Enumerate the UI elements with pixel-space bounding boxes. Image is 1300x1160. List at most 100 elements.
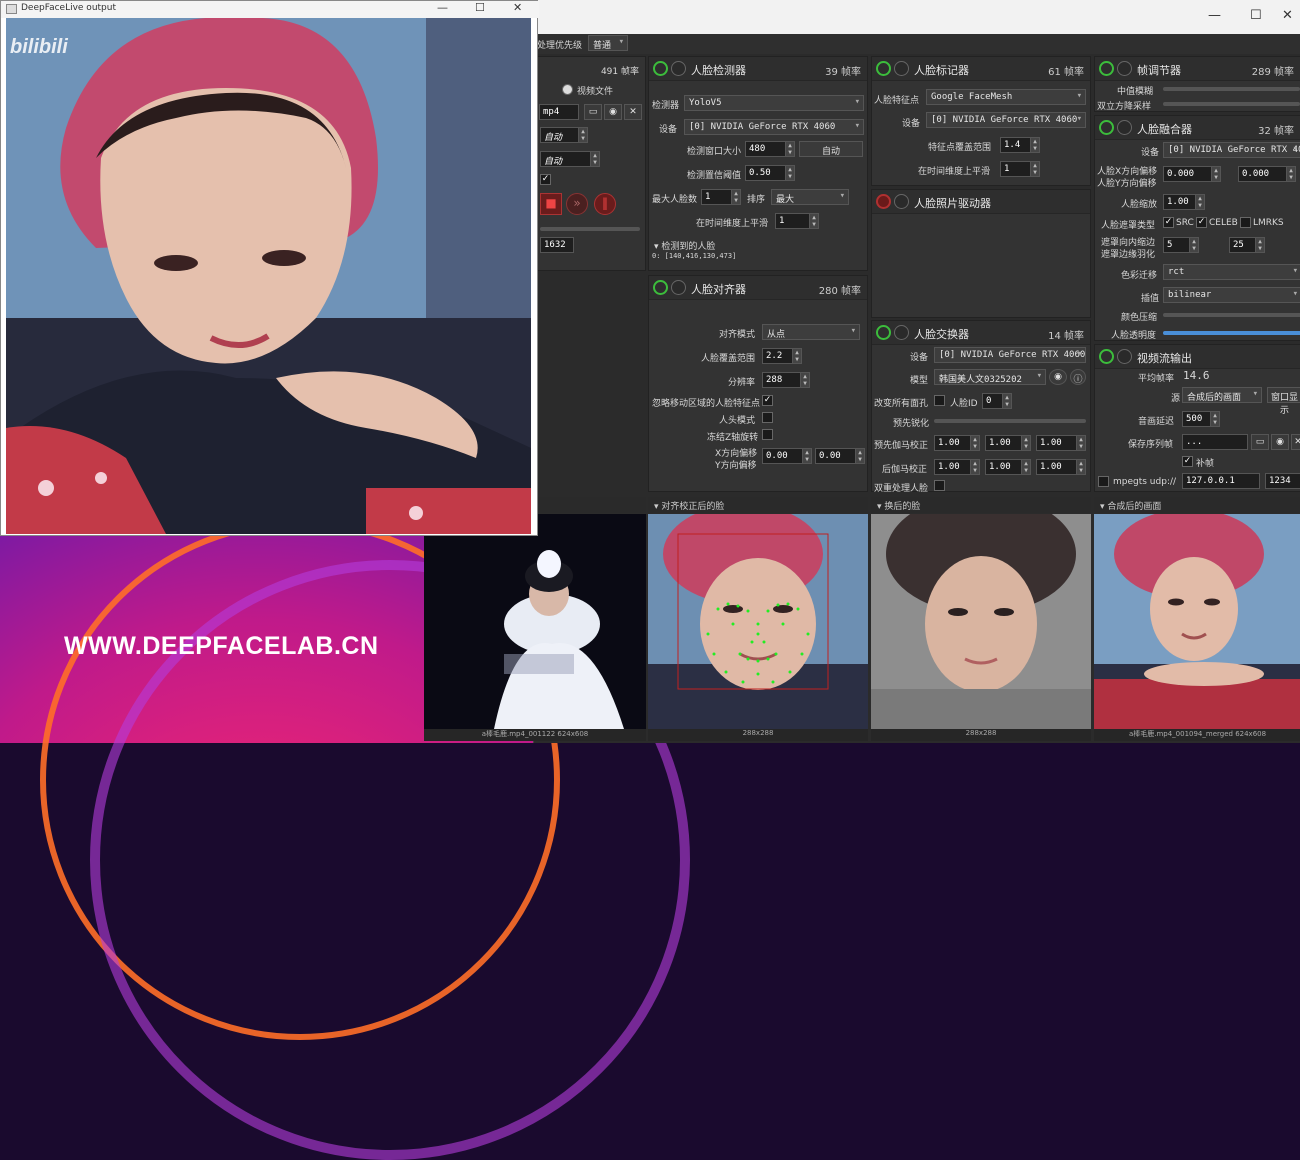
exclude-moving-checkbox[interactable]: ✓ [762,395,773,406]
post-gamma-b[interactable]: 1.00 ▲ ▼ [1036,459,1086,475]
sort-select[interactable]: 最大 [771,189,849,205]
color-compress-slider[interactable] [1163,313,1300,317]
smooth-field[interactable]: 1 ▲ ▼ [775,213,819,229]
priority-select[interactable]: 普通 [588,35,628,51]
power-icon[interactable] [1099,349,1114,364]
port-field[interactable]: 1234 [1265,473,1300,489]
head-mode-checkbox[interactable] [762,412,773,423]
auto-button[interactable]: 自动 [799,141,863,157]
y-offset-field[interactable]: 0.00 ▲ ▼ [815,448,865,464]
power-icon[interactable] [876,194,891,209]
stop-icon[interactable]: ■ [540,193,562,215]
x-offset-field[interactable]: 0.000 ▲ ▼ [1163,166,1221,182]
save-path-field[interactable]: ... [1182,434,1248,450]
device-select[interactable]: [0] NVIDIA GeForce RTX 4060 [684,119,864,135]
reset-icon[interactable] [1117,349,1132,364]
ip-field[interactable]: 127.0.0.1 [1182,473,1260,489]
pre-gamma-b[interactable]: 1.00 ▲ ▼ [1036,435,1086,451]
bilateral-slider[interactable] [1163,102,1300,106]
reset-icon[interactable] [894,61,909,76]
reset-icon[interactable] [1117,120,1132,135]
folder-icon[interactable]: ▭ [1251,434,1269,450]
close-icon[interactable]: ✕ [624,104,642,120]
face-opacity-slider[interactable] [1163,331,1300,335]
post-gamma-r[interactable]: 1.00 ▲ ▼ [934,459,980,475]
mask-lmrks-checkbox[interactable] [1240,217,1251,228]
frame-index-field[interactable]: 1632 [540,237,574,253]
reset-icon[interactable] [894,194,909,209]
mpegts-checkbox[interactable] [1098,476,1109,487]
median-blur-slider[interactable] [1163,87,1300,91]
eye-icon[interactable]: ◉ [1049,369,1067,385]
power-icon[interactable] [653,61,668,76]
resolution-field[interactable]: 288 ▲ ▼ [762,372,810,388]
reset-icon[interactable] [671,280,686,295]
reset-icon[interactable] [1117,61,1132,76]
source-checkbox[interactable]: ✓ [540,174,551,185]
reset-icon[interactable] [894,325,909,340]
maximize-button[interactable]: ☐ [475,1,485,14]
mask-blur-field[interactable]: 25 ▲ ▼ [1229,237,1265,253]
mask-src-checkbox[interactable]: ✓ [1163,217,1174,228]
power-icon[interactable] [876,61,891,76]
power-icon[interactable] [1099,120,1114,135]
max-faces-label: 最大人脸数 [652,195,698,205]
folder-icon[interactable]: ▭ [584,104,602,120]
marker-range-field[interactable]: 1.4 ▲ ▼ [1000,137,1040,153]
face-id-field[interactable]: 0 ▲ ▼ [982,393,1012,409]
face-scale-value: 1.00 [1167,197,1189,207]
auto-field-2[interactable]: 自动 ▲ ▼ [540,151,600,167]
fill-frames-checkbox[interactable]: ✓ [1182,456,1193,467]
reset-icon[interactable] [671,61,686,76]
close-button[interactable]: ✕ [1282,8,1293,23]
power-icon[interactable] [876,325,891,340]
two-pass-checkbox[interactable] [934,480,945,491]
align-mode-select[interactable]: 从点 [762,324,860,340]
device-select[interactable]: [0] NVIDIA GeForce RTX 4060 [926,112,1086,128]
pre-gamma-r[interactable]: 1.00 ▲ ▼ [934,435,980,451]
coverage-field[interactable]: 2.2 ▲ ▼ [762,348,802,364]
x-offset-field[interactable]: 0.00 ▲ ▼ [762,448,812,464]
maximize-button[interactable]: ☐ [1250,8,1262,23]
face-scale-field[interactable]: 1.00 ▲ ▼ [1163,194,1205,210]
source-select[interactable]: 合成后的画面 [1182,387,1262,403]
presharpen-slider[interactable] [934,419,1086,423]
model-select[interactable]: 韩国美人文0325202 [934,369,1046,385]
av-delay-field[interactable]: 500 ▲ ▼ [1182,411,1220,427]
file-path-field[interactable]: mp4 [539,104,579,120]
mask-erode-field[interactable]: 5 ▲ ▼ [1163,237,1199,253]
detected-faces-toggle[interactable]: ▾ 检测到的人脸 [654,239,715,252]
max-faces-field[interactable]: 1 ▲ ▼ [701,189,741,205]
smooth-label: 在时间维度上平滑 [918,167,991,177]
timeline-slider[interactable] [540,227,640,231]
power-icon[interactable] [653,280,668,295]
smooth-field[interactable]: 1 ▲ ▼ [1000,161,1040,177]
minimize-button[interactable]: — [437,1,448,14]
device-select[interactable]: [0] NVIDIA GeForce RTX 4060 [934,347,1086,363]
eye-icon[interactable]: ◉ [604,104,622,120]
color-transfer-select[interactable]: rct [1163,264,1300,280]
play-icon[interactable]: » [566,193,588,215]
pause-icon[interactable]: ‖ [594,193,616,215]
radio-video-file[interactable] [562,84,573,95]
swap-all-checkbox[interactable] [934,395,945,406]
power-icon[interactable] [1099,61,1114,76]
window-show-button[interactable]: 窗口显示 [1267,387,1300,416]
freeze-z-checkbox[interactable] [762,429,773,440]
eye-icon[interactable]: ◉ [1271,434,1289,450]
info-icon[interactable]: ⓘ [1070,369,1086,385]
threshold-field[interactable]: 0.50 ▲ ▼ [745,165,795,181]
window-size-select[interactable]: 480 ▲ ▼ [745,141,795,157]
close-icon[interactable]: ✕ [1291,434,1300,450]
interpolation-select[interactable]: bilinear [1163,287,1300,303]
post-gamma-g[interactable]: 1.00 ▲ ▼ [985,459,1031,475]
minimize-button[interactable]: — [1208,8,1221,23]
pre-gamma-g[interactable]: 1.00 ▲ ▼ [985,435,1031,451]
close-button[interactable]: ✕ [513,1,522,14]
auto-field-1[interactable]: 自动 ▲ ▼ [540,127,588,143]
device-select[interactable]: [0] NVIDIA GeForce RTX 4060 [1163,142,1300,158]
detector-type-select[interactable]: YoloV5 [684,95,864,111]
mask-celeb-checkbox[interactable]: ✓ [1196,217,1207,228]
marker-type-select[interactable]: Google FaceMesh [926,89,1086,105]
y-offset-field[interactable]: 0.000 ▲ ▼ [1238,166,1296,182]
